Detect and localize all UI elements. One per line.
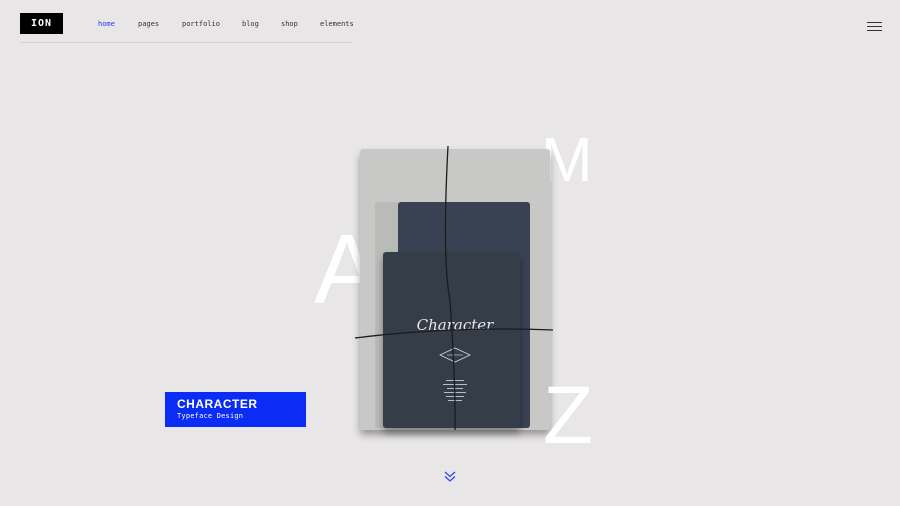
project-subtitle: Typeface Design (177, 412, 244, 420)
nav-item-pages[interactable]: pages (138, 20, 182, 28)
nav-item-shop[interactable]: shop (281, 20, 320, 28)
nav-divider (20, 42, 352, 43)
logo[interactable]: ION (20, 13, 63, 34)
project-badge[interactable]: CHARACTER Typeface Design (165, 392, 306, 427)
hero-letter-z: Z (543, 370, 594, 461)
nav-item-blog[interactable]: blog (242, 20, 281, 28)
notebook-mockup-image: Character (354, 145, 554, 431)
double-chevron-down-icon[interactable] (444, 471, 456, 483)
nav-item-elements[interactable]: elements (320, 20, 360, 28)
main-nav: home pages portfolio blog shop elements (98, 20, 360, 28)
project-title: CHARACTER (177, 397, 258, 411)
hamburger-icon[interactable] (867, 22, 882, 31)
nav-item-home[interactable]: home (98, 20, 138, 28)
nav-item-portfolio[interactable]: portfolio (182, 20, 242, 28)
